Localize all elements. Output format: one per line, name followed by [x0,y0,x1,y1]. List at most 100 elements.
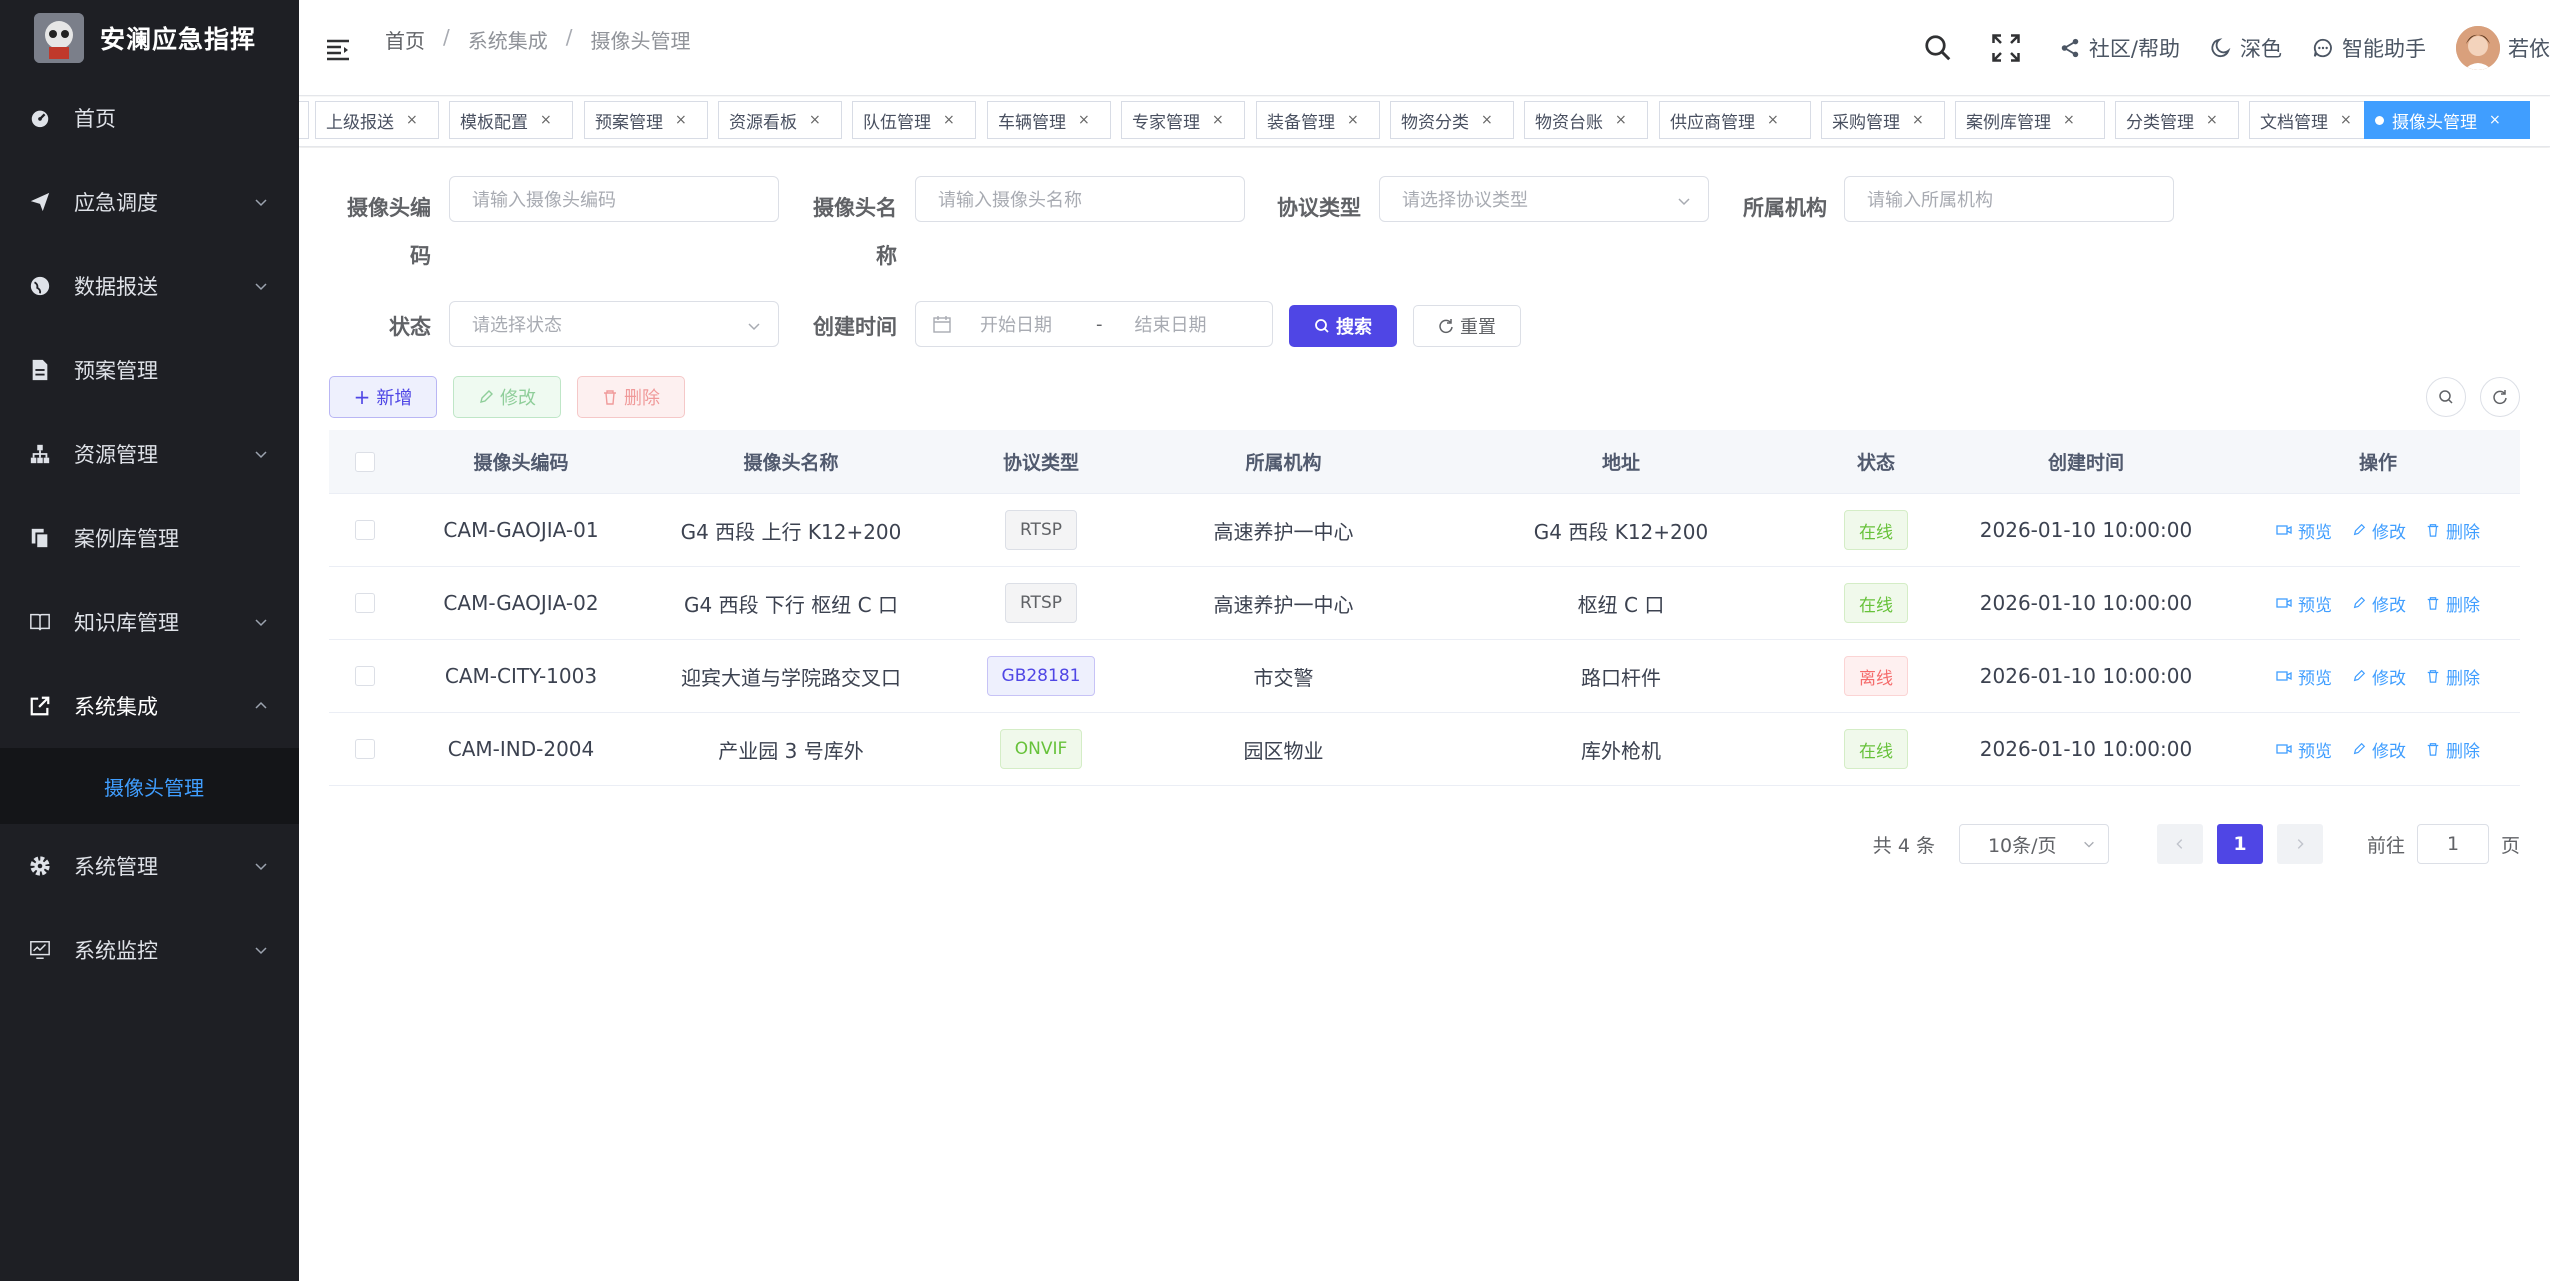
theme-toggle[interactable]: 深色 [2210,33,2282,63]
table-row[interactable]: CAM-GAOJIA-01 G4 西段 上行 K12+200 RTSP 高速养护… [329,494,2520,567]
select-all-checkbox[interactable] [355,451,375,472]
close-icon[interactable]: × [2206,112,2218,128]
camera-code-input[interactable]: 请输入摄像头编码 [449,176,779,222]
delete-link[interactable]: 删除 [2426,591,2480,616]
tag-item[interactable]: 专家管理 × [1121,101,1245,139]
tag-item[interactable]: 案例库管理 × [1955,101,2105,139]
tag-item[interactable]: 物资分类 × [1390,101,1514,139]
preview-link[interactable]: 预览 [2276,664,2332,689]
tag-item[interactable]: 采购管理 × [1821,101,1945,139]
close-icon[interactable]: × [2489,112,2501,128]
close-icon[interactable]: × [1078,112,1090,128]
page-size-select[interactable]: 10条/页 [1958,824,2109,864]
delete-button[interactable]: 删除 [577,376,685,418]
edit-button[interactable]: 修改 [453,376,561,418]
table-row[interactable]: CAM-IND-2004 产业园 3 号库外 ONVIF 园区物业 库外枪机 在… [329,713,2520,786]
breadcrumb-home[interactable]: 首页 [385,25,425,54]
close-icon[interactable]: × [1615,112,1627,128]
table-row[interactable]: CAM-CITY-1003 迎宾大道与学院路交叉口 GB28181 市交警 路口… [329,640,2520,713]
sidebar-item-resource[interactable]: 资源管理 [0,412,299,496]
camera-name-input[interactable]: 请输入摄像头名称 [915,176,1245,222]
close-icon[interactable]: × [1912,112,1924,128]
tag-item[interactable]: 分类管理 × [2115,101,2239,139]
close-icon[interactable]: × [406,112,418,128]
tag-item[interactable]: 文档管理 × [2249,101,2373,139]
preview-link[interactable]: 预览 [2276,518,2332,543]
tag-item[interactable]: 队伍管理 × [852,101,976,139]
search-button[interactable]: 搜索 [1289,305,1397,347]
sidebar-item-knowledge[interactable]: 知识库管理 [0,580,299,664]
close-icon[interactable]: × [1767,112,1779,128]
close-icon[interactable]: × [809,112,821,128]
close-icon[interactable]: × [1481,112,1493,128]
user-menu[interactable]: 若依 [2456,26,2550,70]
reset-button[interactable]: 重置 [1413,305,1521,347]
tag-item[interactable]: 供应商管理 × [1659,101,1811,139]
delete-link[interactable]: 删除 [2426,664,2480,689]
close-icon[interactable]: × [943,112,955,128]
preview-label: 预览 [2298,668,2332,689]
tag-item-active[interactable]: 摄像头管理 × [2364,101,2530,139]
goto-page-input[interactable]: 1 [2416,824,2489,864]
row-checkbox[interactable] [355,593,375,613]
community-help-link[interactable]: 社区/帮助 [2059,33,2180,63]
row-checkbox[interactable] [355,666,375,686]
close-icon[interactable]: × [1212,112,1224,128]
table-row[interactable]: CAM-GAOJIA-02 G4 西段 下行 枢纽 C 口 RTSP 高速养护一… [329,567,2520,640]
next-page-button[interactable] [2276,824,2323,864]
tag-item[interactable]: 模板配置 × [449,101,573,139]
sidebar-item-plan[interactable]: 预案管理 [0,328,299,412]
tag-item[interactable]: 装备管理 × [1256,101,1380,139]
close-icon[interactable]: × [2063,112,2075,128]
refresh-table-button[interactable] [2480,377,2520,417]
protocol-select[interactable]: 请选择协议类型 [1379,176,1709,222]
close-icon[interactable]: × [1347,112,1359,128]
close-icon[interactable]: × [2340,112,2352,128]
prev-page-button[interactable] [2156,824,2203,864]
row-checkbox[interactable] [355,520,375,540]
close-icon[interactable]: × [540,112,552,128]
status-badge: 离线 [1844,656,1908,696]
ai-assistant-button[interactable]: 智能助手 [2312,33,2426,63]
chevron-down-icon [2084,841,2094,848]
edit-link[interactable]: 修改 [2352,518,2406,543]
tag-item[interactable]: 车辆管理 × [987,101,1111,139]
row-checkbox[interactable] [355,739,375,759]
sidebar-item-case-library[interactable]: 案例库管理 [0,496,299,580]
placeholder: 请选择状态 [472,315,562,336]
tag-item[interactable]: 资源看板 × [718,101,842,139]
preview-link[interactable]: 预览 [2276,737,2332,762]
sidebar-item-monitor[interactable]: 系统监控 [0,908,299,992]
edit-link[interactable]: 修改 [2352,737,2406,762]
sidebar-subitem-label: 摄像头管理 [104,775,204,800]
sidebar-item-system[interactable]: 系统管理 [0,824,299,908]
sidebar-item-report[interactable]: 数据报送 [0,244,299,328]
chevron-down-icon [255,451,267,459]
reset-button-label: 重置 [1460,317,1496,338]
add-button[interactable]: + 新增 [329,376,437,418]
hamburger-icon[interactable] [325,36,351,62]
fullscreen-icon[interactable] [1991,33,2029,63]
logo[interactable]: 安澜应急指挥 [0,0,299,76]
sidebar-item-dispatch[interactable]: 应急调度 [0,160,299,244]
tag-item[interactable]: 预案管理 × [584,101,708,139]
date-range-picker[interactable]: 开始日期 - 结束日期 [915,301,1273,347]
breadcrumb-integration[interactable]: 系统集成 [468,25,548,54]
org-input[interactable]: 请输入所属机构 [1844,176,2174,222]
sidebar-item-home[interactable]: 首页 [0,76,299,160]
sidebar-subitem-camera[interactable]: 摄像头管理 [0,748,299,824]
avatar [2456,26,2500,70]
search-icon[interactable] [1923,33,1961,63]
edit-link[interactable]: 修改 [2352,591,2406,616]
close-icon[interactable]: × [675,112,687,128]
tag-item[interactable]: 物资台账 × [1524,101,1648,139]
edit-link[interactable]: 修改 [2352,664,2406,689]
preview-link[interactable]: 预览 [2276,591,2332,616]
delete-link[interactable]: 删除 [2426,518,2480,543]
status-select[interactable]: 请选择状态 [449,301,779,347]
page-number-current[interactable]: 1 [2216,824,2263,864]
delete-link[interactable]: 删除 [2426,737,2480,762]
toggle-search-button[interactable] [2426,377,2466,417]
sidebar-item-integration[interactable]: 系统集成 [0,664,299,748]
tag-item[interactable]: 上级报送 × [315,101,439,139]
